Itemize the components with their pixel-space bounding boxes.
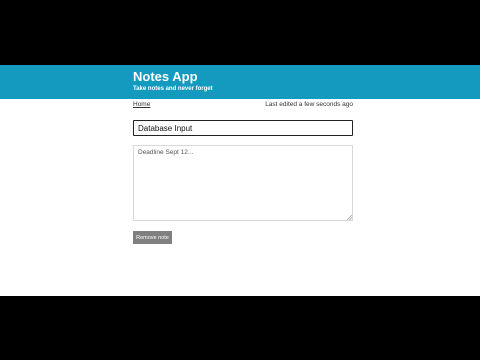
note-title-input[interactable] xyxy=(133,120,353,136)
note-body-textarea[interactable]: Deadline Sept 12... xyxy=(133,145,353,221)
app-window: Notes App Take notes and never forget Ho… xyxy=(0,65,480,296)
app-title: Notes App xyxy=(133,69,198,84)
remove-note-button[interactable]: Remove note xyxy=(133,231,172,244)
resize-grip-icon[interactable] xyxy=(347,215,352,220)
last-edited-status: Last edited a few seconds ago xyxy=(265,101,353,108)
home-link[interactable]: Home xyxy=(133,101,150,108)
video-frame: Notes App Take notes and never forget Ho… xyxy=(0,0,480,360)
app-subtitle: Take notes and never forget xyxy=(133,86,213,92)
app-header: Notes App Take notes and never forget xyxy=(0,65,480,99)
